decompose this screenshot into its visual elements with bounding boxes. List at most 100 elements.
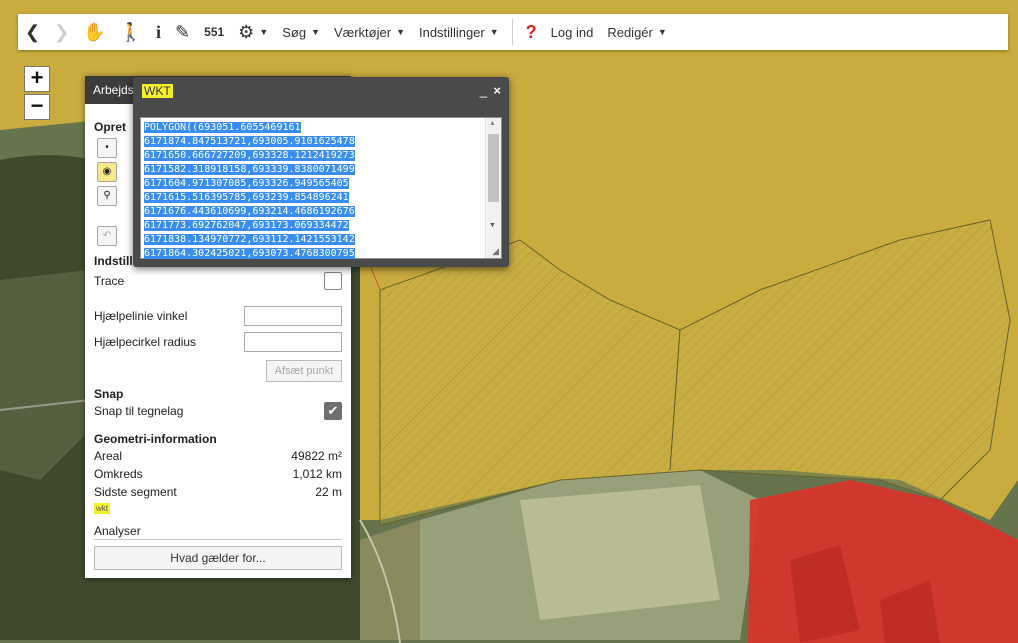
login-label: Log ind bbox=[550, 24, 594, 40]
caret-down-icon: ▼ bbox=[657, 27, 667, 37]
close-button[interactable]: × bbox=[493, 83, 501, 98]
info-tool-button[interactable]: i bbox=[149, 14, 168, 50]
settings-heading: Indstill bbox=[94, 254, 133, 268]
login-button[interactable]: Log ind bbox=[544, 14, 601, 50]
back-button[interactable]: ❮ bbox=[18, 14, 47, 50]
chevron-left-icon: ❮ bbox=[25, 22, 41, 42]
radius-label: Hjælpecirkel radius bbox=[94, 335, 197, 349]
afsaet-punkt-button[interactable]: Afsæt punkt bbox=[266, 360, 342, 382]
layers-tool-button[interactable]: ⚙ ▼ bbox=[231, 14, 275, 50]
top-toolbar: ❮ ❯ ✋ 🚶 i ✎ 551 ⚙ ▼ Søg ▼ Værktøjer ▼ Indstillin… bbox=[18, 14, 1008, 50]
wkt-link[interactable]: wkt bbox=[94, 503, 110, 514]
wkt-line-text: 6171650.666727209,693328.1212419273 bbox=[144, 150, 355, 161]
scrollbar[interactable]: ▲ ▼ bbox=[485, 118, 501, 258]
angle-label: Hjælpelinie vinkel bbox=[94, 309, 188, 323]
info-icon: i bbox=[156, 22, 162, 42]
help-button[interactable]: ? bbox=[519, 14, 544, 50]
zoom-in-button[interactable]: + bbox=[24, 66, 50, 92]
magnifier-icon: ⚲ bbox=[103, 190, 111, 201]
menu-tools[interactable]: Værktøjer ▼ bbox=[327, 14, 412, 50]
geometry-heading: Geometri-information bbox=[94, 432, 217, 446]
area-row: Areal 49822 m² bbox=[94, 449, 342, 463]
scale-tool-button[interactable]: 551 bbox=[197, 14, 231, 50]
chevron-right-icon: ❯ bbox=[54, 22, 70, 42]
wkt-dialog-header: WKT _ × bbox=[133, 77, 509, 105]
hvad-gaelder-for-button[interactable]: Hvad gælder for... bbox=[94, 546, 342, 570]
wkt-dialog: WKT _ × POLYGON((693051.6055469161 617187… bbox=[133, 77, 509, 267]
wkt-line-text: 6171582.318918158,693339.8380071499 bbox=[144, 164, 355, 175]
area-value: 49822 m² bbox=[291, 449, 342, 463]
perimeter-label: Omkreds bbox=[94, 467, 143, 481]
wkt-line: 6171773.692762047,693173.069334472 bbox=[144, 219, 355, 233]
perimeter-row: Omkreds 1,012 km bbox=[94, 467, 342, 481]
draw-circle-button[interactable]: ◉ bbox=[97, 162, 117, 182]
layers-icon: ⚙ bbox=[238, 22, 255, 42]
undo-icon: ↶ bbox=[102, 230, 112, 241]
checkmark-icon: ✔ bbox=[327, 403, 339, 418]
scrollbar-thumb[interactable] bbox=[488, 134, 499, 202]
wkt-line-text: POLYGON((693051.6055469161 bbox=[144, 122, 301, 133]
wkt-line-text: 6171838.134970772,693112.1421553142 bbox=[144, 234, 355, 245]
wkt-line-text: 6171615.516395785,693239.854896241 bbox=[144, 192, 349, 203]
minimize-button[interactable]: _ bbox=[480, 83, 487, 98]
analyses-heading: Analyser bbox=[94, 524, 141, 538]
wkt-textarea[interactable]: POLYGON((693051.6055469161 6171874.847513… bbox=[140, 117, 502, 259]
menu-edit[interactable]: Redigér ▼ bbox=[600, 14, 673, 50]
measure-tool-button[interactable]: ✎ bbox=[168, 14, 197, 50]
wkt-line: 6171582.318918158,693339.8380071499 bbox=[144, 163, 355, 177]
segment-value: 22 m bbox=[315, 485, 342, 499]
caret-down-icon: ▼ bbox=[396, 27, 405, 37]
wkt-line-text: 6171874.847513721,693005.9101625478 bbox=[144, 136, 355, 147]
angle-row: Hjælpelinie vinkel bbox=[94, 306, 342, 326]
wkt-line: 6171874.847513721,693005.9101625478 bbox=[144, 135, 355, 149]
forward-button[interactable]: ❯ bbox=[47, 14, 76, 50]
work-panel-title: Arbejds bbox=[93, 83, 134, 97]
toolbar-divider bbox=[511, 19, 513, 45]
scroll-up-icon: ▲ bbox=[489, 120, 496, 127]
segment-row: Sidste segment 22 m bbox=[94, 485, 342, 499]
identify-tool-button[interactable]: 🚶 bbox=[113, 14, 149, 50]
scale-icon: 551 bbox=[204, 25, 225, 39]
zoom-out-button[interactable]: − bbox=[24, 94, 50, 120]
wkt-line: 6171604.971307085,693326.949565405 bbox=[144, 177, 355, 191]
info-pointer-icon: 🚶 bbox=[119, 22, 143, 42]
snap-checkbox[interactable]: ✔ bbox=[324, 402, 342, 420]
wkt-line: 6171864.302425021,693073.4768300795 bbox=[144, 247, 355, 261]
hand-icon: ✋ bbox=[83, 22, 106, 42]
point-icon: • bbox=[105, 142, 109, 153]
divider bbox=[94, 539, 342, 540]
wkt-line-text: 6171604.971307085,693326.949565405 bbox=[144, 178, 349, 189]
trace-row: Trace bbox=[94, 272, 342, 290]
menu-settings[interactable]: Indstillinger ▼ bbox=[412, 14, 506, 50]
zoom-feature-button[interactable]: ⚲ bbox=[97, 186, 117, 206]
wkt-line: 6171615.516395785,693239.854896241 bbox=[144, 191, 355, 205]
radius-input[interactable] bbox=[244, 332, 342, 352]
wkt-dialog-title: WKT bbox=[142, 84, 173, 98]
snap-heading: Snap bbox=[94, 387, 124, 401]
pan-tool-button[interactable]: ✋ bbox=[76, 14, 112, 50]
caret-down-icon: ▼ bbox=[311, 27, 320, 37]
wkt-line: 6171650.666727209,693328.1212419273 bbox=[144, 149, 355, 163]
undo-button[interactable]: ↶ bbox=[97, 226, 117, 246]
scroll-down-icon: ▼ bbox=[489, 222, 496, 229]
segment-label: Sidste segment bbox=[94, 485, 177, 499]
wkt-line-text: 6171864.302425021,693073.4768300795 bbox=[144, 248, 355, 259]
draw-point-button[interactable]: • bbox=[97, 138, 117, 158]
caret-down-icon: ▼ bbox=[259, 27, 269, 37]
create-heading: Opret bbox=[94, 120, 127, 134]
wkt-line: 6171676.443610699,693214.4686192676 bbox=[144, 205, 355, 219]
circle-target-icon: ◉ bbox=[102, 166, 112, 177]
ruler-icon: ✎ bbox=[175, 22, 191, 42]
trace-checkbox[interactable] bbox=[324, 272, 342, 290]
wkt-line: 6171838.134970772,693112.1421553142 bbox=[144, 233, 355, 247]
menu-search[interactable]: Søg ▼ bbox=[275, 14, 327, 50]
wkt-text: POLYGON((693051.6055469161 6171874.847513… bbox=[144, 121, 355, 261]
wkt-line: POLYGON((693051.6055469161 bbox=[144, 121, 355, 135]
wkt-line-text: 6171676.443610699,693214.4686192676 bbox=[144, 206, 355, 217]
tool-group: ✋ 🚶 i ✎ 551 ⚙ ▼ bbox=[76, 14, 275, 50]
caret-down-icon: ▼ bbox=[489, 27, 499, 37]
angle-input[interactable] bbox=[244, 306, 342, 326]
resize-handle-icon[interactable]: ◢ bbox=[492, 246, 499, 257]
menu-search-label: Søg bbox=[282, 24, 307, 40]
perimeter-value: 1,012 km bbox=[292, 467, 342, 481]
